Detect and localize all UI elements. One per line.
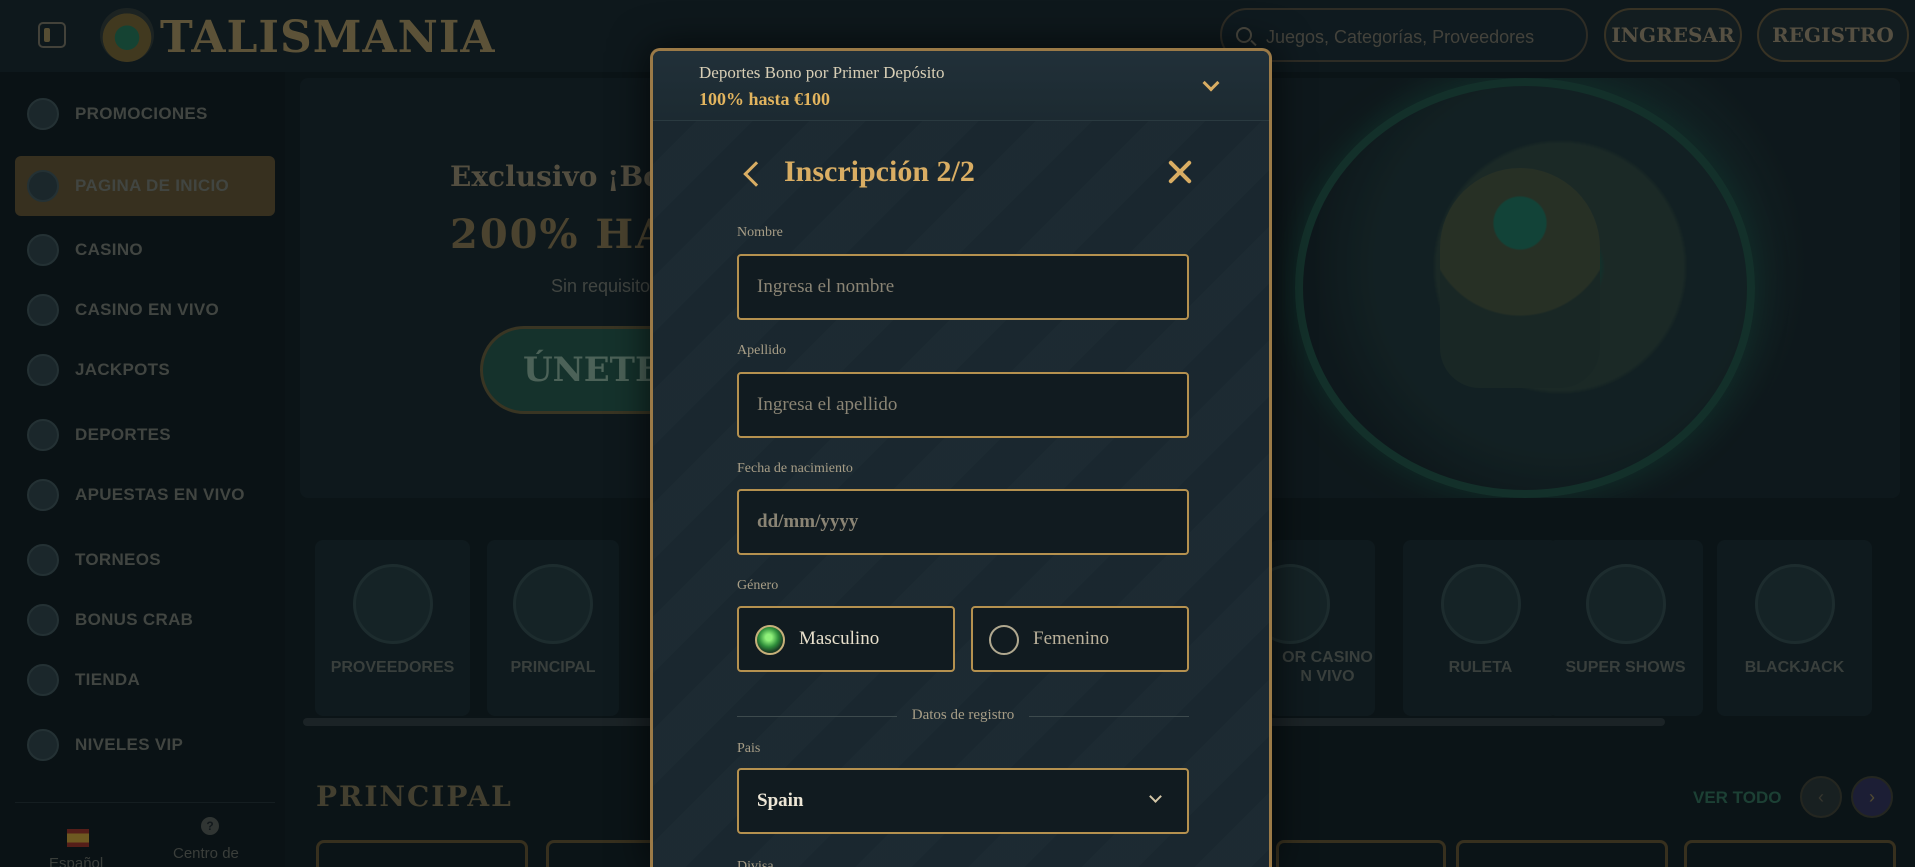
country-select[interactable]: Spain <box>737 768 1189 834</box>
birth-date-label: Fecha de nacimiento <box>737 461 853 476</box>
chevron-down-icon <box>1149 790 1162 803</box>
bonus-selector[interactable]: Deportes Bono por Primer Depósito 100% h… <box>653 51 1269 121</box>
first-name-label: Nombre <box>737 225 783 240</box>
gender-option-male[interactable]: Masculino <box>737 606 955 672</box>
country-label: Pais <box>737 741 761 756</box>
section-divider: Datos de registro <box>737 707 1189 727</box>
currency-label: Divisa <box>737 859 774 867</box>
form-header: Inscripción 2/2 <box>741 151 1201 201</box>
radio-empty-icon[interactable] <box>989 625 1019 655</box>
gender-option-label: Masculino <box>799 628 880 649</box>
birth-date-field[interactable] <box>737 489 1189 555</box>
gender-label: Género <box>737 578 779 593</box>
last-name-label: Apellido <box>737 343 786 358</box>
bonus-amount: 100% hasta €100 <box>699 89 831 109</box>
close-icon[interactable] <box>1165 157 1195 187</box>
country-value: Spain <box>757 790 804 811</box>
form-title: Inscripción 2/2 <box>784 155 975 188</box>
back-arrow-icon[interactable] <box>743 161 769 187</box>
divider-line <box>1029 716 1189 717</box>
registration-modal: Deportes Bono por Primer Depósito 100% h… <box>650 48 1272 867</box>
radio-selected-icon[interactable] <box>755 625 785 655</box>
bonus-name: Deportes Bono por Primer Depósito <box>699 63 945 82</box>
first-name-field[interactable] <box>737 254 1189 320</box>
last-name-field[interactable] <box>737 372 1189 438</box>
gender-option-female[interactable]: Femenino <box>971 606 1189 672</box>
chevron-down-icon[interactable] <box>1202 74 1220 92</box>
gender-option-label: Femenino <box>1033 628 1109 649</box>
